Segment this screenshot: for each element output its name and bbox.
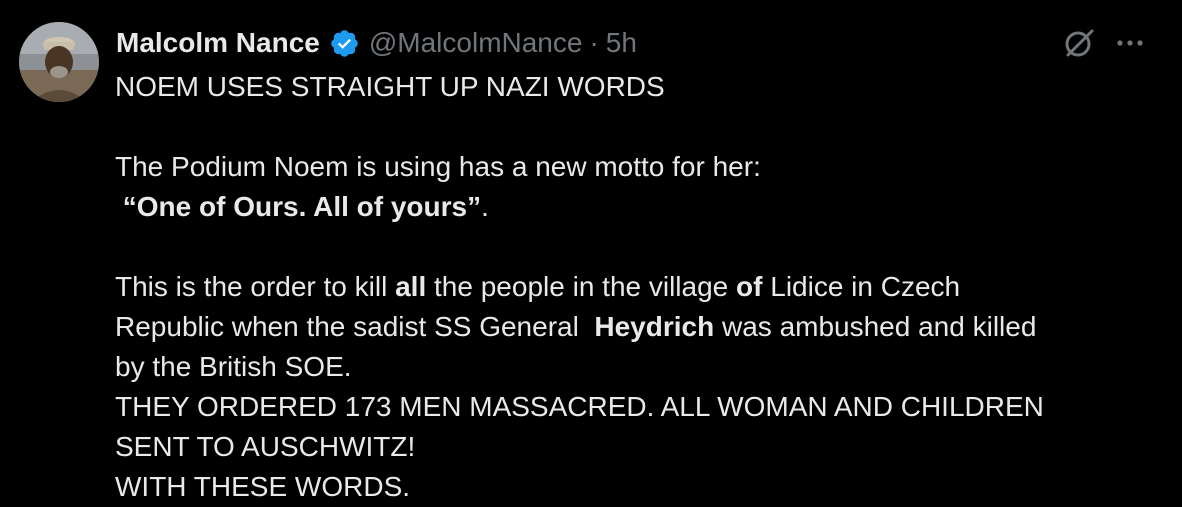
grok-icon[interactable] [1060, 24, 1098, 62]
text-fragment: the people in the village [426, 271, 737, 302]
text-line: SENT TO AUSCHWITZ! [115, 431, 416, 462]
separator-dot: · [589, 27, 599, 58]
quoted-motto: “One of Ours. All of yours” [122, 191, 482, 222]
bold-fragment: Heydrich [594, 311, 715, 342]
text-fragment: Lidice in Czech [762, 271, 961, 302]
author-handle[interactable]: @MalcolmNance [369, 22, 583, 64]
bold-fragment: all [395, 271, 427, 302]
tweet-header: Malcolm Nance @MalcolmNance · 5h [116, 22, 637, 64]
text-fragment: . [481, 191, 489, 222]
text-line: Republic when the sadist SS General Heyd… [115, 307, 1155, 347]
text-line: “One of Ours. All of yours”. [115, 187, 1155, 227]
text-line: WITH THESE WORDS. [115, 471, 411, 502]
author-name[interactable]: Malcolm Nance [116, 22, 320, 64]
bold-fragment: of [736, 271, 763, 302]
verified-badge-icon[interactable] [329, 28, 360, 59]
text-line: This is the order to kill all the people… [115, 267, 1155, 307]
tweet-text: NOEM USES STRAIGHT UP NAZI WORDS The Pod… [115, 67, 1155, 507]
text-fragment: was ambushed and killed [714, 311, 1037, 342]
avatar[interactable] [19, 22, 99, 102]
text-fragment: This is the order to kill [115, 271, 396, 302]
text-line: by the British SOE. [115, 351, 352, 382]
text-line: NOEM USES STRAIGHT UP NAZI WORDS [115, 71, 665, 102]
text-fragment: Republic when the sadist SS General [115, 311, 595, 342]
tweet: Malcolm Nance @MalcolmNance · 5h NOEM US… [0, 0, 1182, 504]
text-line: THEY ORDERED 173 MEN MASSACRED. ALL WOMA… [115, 391, 1044, 422]
avatar-image [19, 22, 99, 102]
timestamp[interactable]: 5h [606, 22, 637, 64]
more-options-icon[interactable] [1111, 24, 1149, 62]
text-line: The Podium Noem is using has a new motto… [115, 151, 761, 182]
